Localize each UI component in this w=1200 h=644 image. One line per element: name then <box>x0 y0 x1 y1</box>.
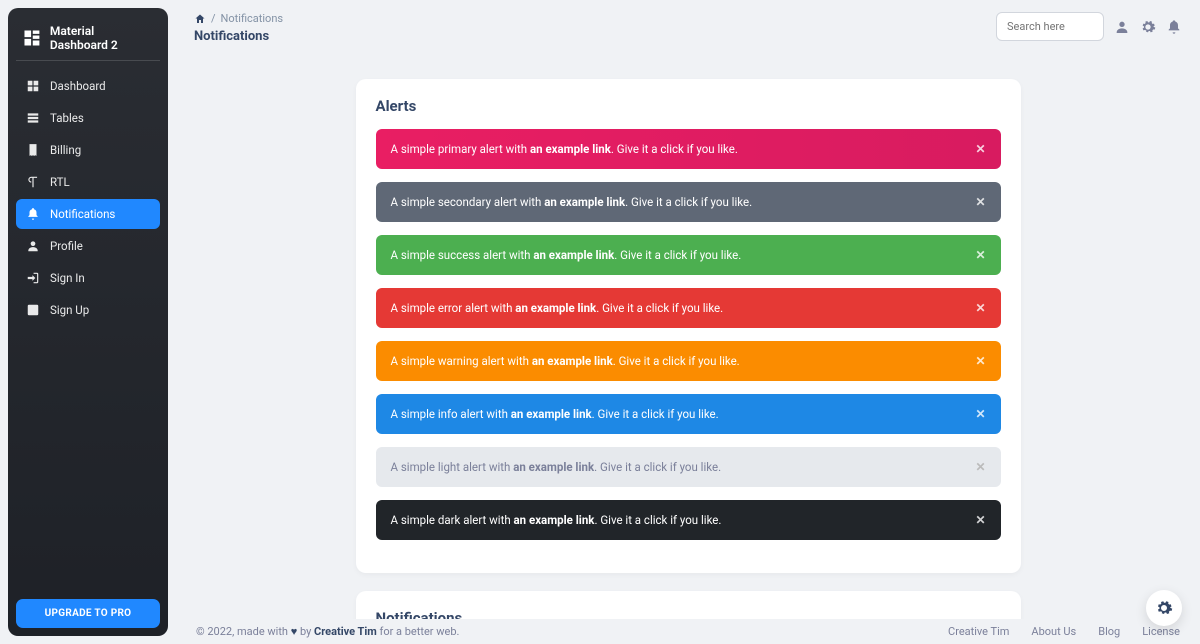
alert-text: A simple secondary alert with an example… <box>391 195 753 209</box>
sidebar-item-rtl[interactable]: RTL <box>16 167 160 197</box>
sidebar-item-label: RTL <box>50 175 70 189</box>
breadcrumb: / Notifications <box>194 12 283 25</box>
sidebar-item-label: Dashboard <box>50 79 106 93</box>
alert-text: A simple success alert with an example l… <box>391 248 742 262</box>
assignment-icon <box>26 303 40 317</box>
sidebar-item-label: Profile <box>50 239 83 253</box>
close-icon[interactable]: ✕ <box>975 460 985 474</box>
table-icon <box>26 111 40 125</box>
footer-link[interactable]: Creative Tim <box>948 625 1009 638</box>
close-icon[interactable]: ✕ <box>975 301 985 315</box>
sidebar-item-label: Sign In <box>50 271 85 285</box>
alert-link[interactable]: an example link <box>544 195 625 209</box>
footer-by: by <box>297 625 314 638</box>
alert-info: A simple info alert with an example link… <box>376 394 1001 434</box>
search-input[interactable] <box>996 12 1104 41</box>
alert-warning: A simple warning alert with an example l… <box>376 341 1001 381</box>
bell-icon <box>26 207 40 221</box>
close-icon[interactable]: ✕ <box>975 142 985 156</box>
alert-text: A simple error alert with an example lin… <box>391 301 724 315</box>
sidebar: Material Dashboard 2 Dashboard Tables Bill… <box>8 8 168 636</box>
brand[interactable]: Material Dashboard 2 <box>16 16 160 61</box>
brand-text: Material Dashboard 2 <box>50 24 154 52</box>
alert-dark: A simple dark alert with an example link… <box>376 500 1001 540</box>
rtl-icon <box>26 175 40 189</box>
breadcrumb-page: Notifications <box>221 12 284 25</box>
footer: © 2022, made with ♥ by Creative Tim for … <box>176 619 1200 644</box>
alert-text: A simple dark alert with an example link… <box>391 513 722 527</box>
alert-text: A simple info alert with an example link… <box>391 407 719 421</box>
nav: Dashboard Tables Billing RTL Notifications Pr… <box>16 71 160 325</box>
home-icon[interactable] <box>194 13 206 25</box>
alert-success: A simple success alert with an example l… <box>376 235 1001 275</box>
sidebar-item-notifications[interactable]: Notifications <box>16 199 160 229</box>
alert-text: A simple light alert with an example lin… <box>391 460 722 474</box>
content: Alerts A simple primary alert with an ex… <box>176 44 1200 619</box>
close-icon[interactable]: ✕ <box>975 513 985 527</box>
alert-secondary: A simple secondary alert with an example… <box>376 182 1001 222</box>
login-icon <box>26 271 40 285</box>
page-title: Notifications <box>194 29 283 44</box>
alerts-title: Alerts <box>376 97 1001 115</box>
sidebar-item-profile[interactable]: Profile <box>16 231 160 261</box>
alert-link[interactable]: an example link <box>514 513 595 527</box>
sidebar-item-sign-in[interactable]: Sign In <box>16 263 160 293</box>
dashboard-icon <box>26 79 40 93</box>
alert-link[interactable]: an example link <box>533 248 614 262</box>
gear-icon[interactable] <box>1140 19 1156 35</box>
sidebar-item-dashboard[interactable]: Dashboard <box>16 71 160 101</box>
main: / Notifications Notifications Alerts A s… <box>176 0 1200 644</box>
bell-icon[interactable] <box>1166 19 1182 35</box>
footer-link[interactable]: About Us <box>1031 625 1076 638</box>
footer-author[interactable]: Creative Tim <box>314 625 377 638</box>
person-icon <box>26 239 40 253</box>
sidebar-item-label: Sign Up <box>50 303 89 317</box>
sidebar-item-sign-up[interactable]: Sign Up <box>16 295 160 325</box>
footer-link[interactable]: Blog <box>1098 625 1120 638</box>
sidebar-item-label: Billing <box>50 143 81 157</box>
receipt-icon <box>26 143 40 157</box>
close-icon[interactable]: ✕ <box>975 354 985 368</box>
alert-light: A simple light alert with an example lin… <box>376 447 1001 487</box>
alert-text: A simple warning alert with an example l… <box>391 354 740 368</box>
notifications-card: Notifications Notifications on this page… <box>356 591 1021 619</box>
sidebar-item-label: Notifications <box>50 207 115 221</box>
logo-icon <box>22 27 42 49</box>
topbar-right <box>996 12 1182 41</box>
sidebar-item-label: Tables <box>50 111 84 125</box>
alert-primary: A simple primary alert with an example l… <box>376 129 1001 169</box>
account-icon[interactable] <box>1114 19 1130 35</box>
topbar: / Notifications Notifications <box>176 12 1200 44</box>
alert-link[interactable]: an example link <box>511 407 592 421</box>
sidebar-item-tables[interactable]: Tables <box>16 103 160 133</box>
footer-pre: © 2022, made with <box>196 625 291 638</box>
alert-link[interactable]: an example link <box>513 460 594 474</box>
alert-link[interactable]: an example link <box>515 301 596 315</box>
close-icon[interactable]: ✕ <box>975 248 985 262</box>
sidebar-item-billing[interactable]: Billing <box>16 135 160 165</box>
gear-icon <box>1155 599 1173 617</box>
alert-link[interactable]: an example link <box>530 142 611 156</box>
close-icon[interactable]: ✕ <box>975 407 985 421</box>
notifications-title: Notifications <box>376 609 1001 619</box>
alert-text: A simple primary alert with an example l… <box>391 142 738 156</box>
upgrade-button[interactable]: UPGRADE TO PRO <box>16 599 160 628</box>
alert-link[interactable]: an example link <box>532 354 613 368</box>
settings-fab[interactable] <box>1146 590 1182 626</box>
footer-link[interactable]: License <box>1142 625 1180 638</box>
alert-error: A simple error alert with an example lin… <box>376 288 1001 328</box>
breadcrumb-sep: / <box>211 12 216 25</box>
footer-post: for a better web. <box>377 625 460 638</box>
alerts-card: Alerts A simple primary alert with an ex… <box>356 79 1021 573</box>
close-icon[interactable]: ✕ <box>975 195 985 209</box>
